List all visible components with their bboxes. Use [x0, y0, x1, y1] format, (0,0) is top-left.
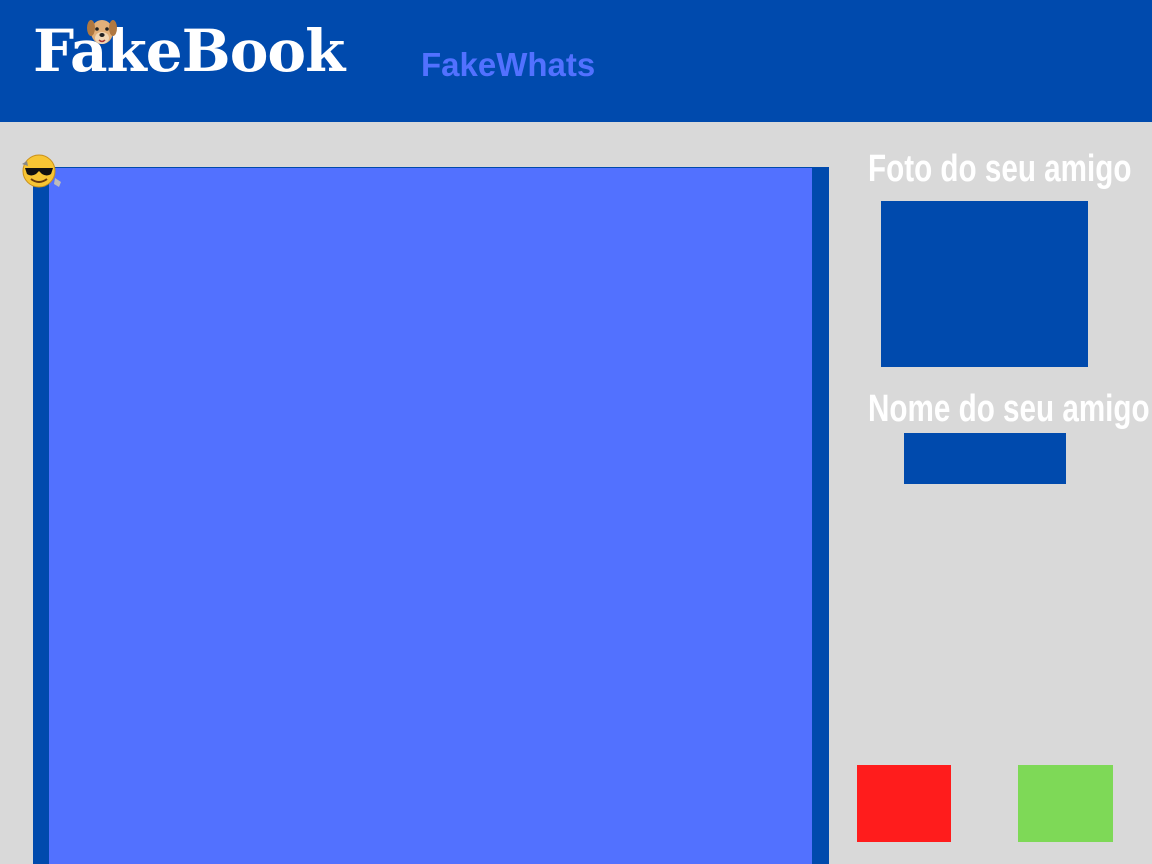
- friend-name-label: Nome do seu amigo: [868, 388, 1150, 430]
- fakewhats-title: FakeWhats: [421, 46, 596, 83]
- fakebook-logo[interactable]: FakeBook: [33, 22, 345, 80]
- top-header: FakeBook FakeWhats: [0, 0, 1152, 122]
- cool-emoji-icon: [22, 154, 61, 188]
- friend-photo-label: Foto do seu amigo: [868, 148, 1132, 190]
- dog-icon: [87, 20, 117, 44]
- chat-area[interactable]: [49, 168, 812, 864]
- green-button[interactable]: [1018, 765, 1113, 842]
- friend-photo: [881, 201, 1088, 367]
- friend-name-field[interactable]: [904, 433, 1066, 484]
- red-button[interactable]: [857, 765, 951, 842]
